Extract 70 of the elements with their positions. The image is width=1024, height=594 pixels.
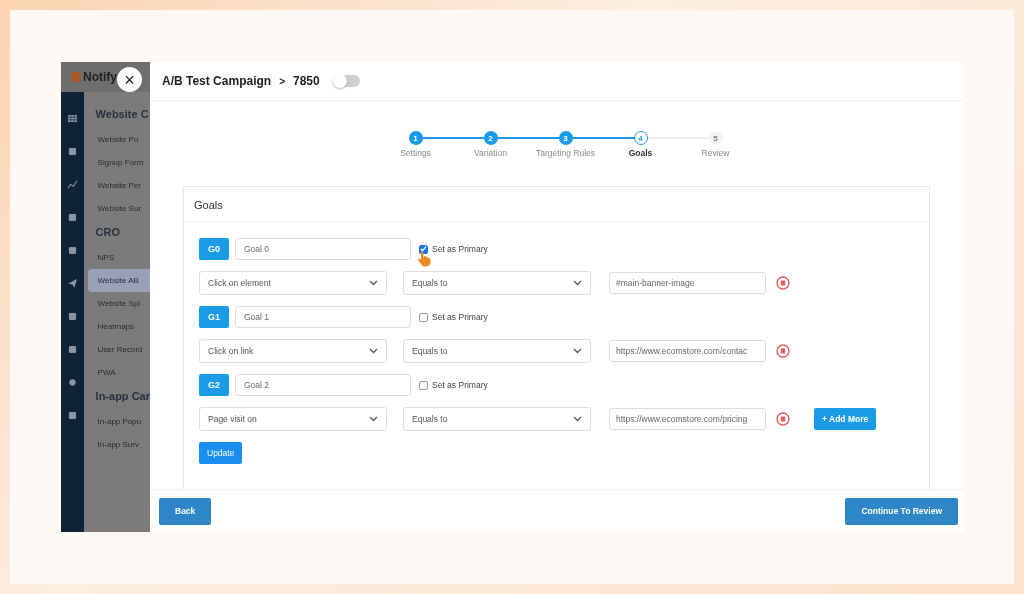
campaign-title: A/B Test Campaign	[162, 74, 272, 88]
menu-item[interactable]: In-app Surv	[83, 433, 150, 456]
checkbox-label[interactable]: Set as Primary	[432, 244, 488, 254]
value-field[interactable]: https://www.ecomstore.com/contac	[609, 340, 766, 362]
chevron-down-icon	[369, 416, 378, 422]
goal-name-field[interactable]: Goal 2	[235, 374, 411, 396]
checkbox-label[interactable]: Set as Primary	[432, 380, 488, 390]
step-label[interactable]: Review	[701, 148, 730, 158]
goal-name-field[interactable]: Goal 1	[235, 306, 411, 328]
menu-item[interactable]: Heatmaps	[83, 315, 150, 338]
delete-icon[interactable]	[776, 412, 790, 426]
breadcrumb-separator: >	[279, 75, 285, 87]
menu-item[interactable]: Website AB	[87, 269, 150, 292]
hand-cursor-icon	[417, 251, 431, 267]
continue-button[interactable]: Continue To Review	[845, 497, 958, 525]
step-label[interactable]: Targeting Rules	[535, 148, 596, 158]
campaign-id: 7850	[292, 74, 320, 88]
update-button[interactable]: Update	[199, 442, 243, 464]
delete-icon[interactable]	[776, 344, 790, 358]
step-number[interactable]: 2	[483, 131, 498, 145]
menu-item[interactable]: PWA	[83, 361, 150, 384]
trigger-dropdown[interactable]: Click on element	[199, 271, 387, 295]
goal-badge: G1	[199, 306, 229, 328]
add-more-button[interactable]: + Add More	[814, 408, 877, 430]
trigger-dropdown[interactable]: Click on link	[199, 339, 387, 363]
step-number[interactable]: 1	[408, 131, 423, 145]
value-field[interactable]: #main-banner-image	[609, 272, 766, 294]
menu-item[interactable]: Signup Form	[83, 151, 150, 174]
value-field[interactable]: https://www.ecomstore.com/pricing	[609, 408, 766, 430]
menu-item[interactable]: Website Po	[83, 128, 150, 151]
toggle-switch[interactable]	[333, 75, 360, 87]
menu-item[interactable]: Website Sur	[83, 197, 150, 220]
step-label[interactable]: Settings	[400, 148, 431, 158]
step-number[interactable]: 5	[708, 131, 723, 145]
goal-name-field[interactable]: Goal 0	[235, 238, 411, 260]
menu-item[interactable]: Website Spl	[83, 292, 150, 315]
back-button[interactable]: Back	[159, 497, 212, 525]
checkbox[interactable]	[419, 244, 428, 254]
grid-icon[interactable]	[67, 114, 77, 123]
send-icon[interactable]	[67, 279, 77, 288]
trigger-dropdown[interactable]: Page visit on	[199, 407, 387, 431]
delete-icon[interactable]	[776, 276, 790, 290]
checkbox[interactable]	[419, 380, 428, 390]
goal-badge: G0	[199, 238, 229, 260]
chevron-down-icon	[369, 348, 378, 354]
logo-icon	[71, 72, 81, 82]
chart-icon[interactable]	[67, 180, 77, 189]
menu-heading: In-app Car	[94, 389, 150, 404]
menu-item[interactable]: User Record	[83, 338, 150, 361]
step-label[interactable]: Variation	[474, 148, 507, 158]
card-title: Goals	[184, 187, 929, 222]
step-number[interactable]: 3	[558, 131, 573, 145]
chevron-down-icon	[573, 348, 582, 354]
step-number[interactable]: 4	[633, 131, 648, 145]
menu-heading: CRO	[94, 225, 122, 240]
operator-dropdown[interactable]: Equals to	[403, 407, 591, 431]
menu-item[interactable]: Website Per	[83, 174, 150, 197]
checkbox-label[interactable]: Set as Primary	[432, 312, 488, 322]
chevron-down-icon	[573, 280, 582, 286]
menu-item[interactable]: In-app Popu	[83, 410, 150, 433]
chevron-down-icon	[573, 416, 582, 422]
menu-heading: Website C	[94, 107, 150, 122]
step-label[interactable]: Goals	[628, 148, 653, 158]
chevron-down-icon	[369, 280, 378, 286]
goal-badge: G2	[199, 374, 229, 396]
menu-item[interactable]: NPS	[83, 246, 150, 269]
checkbox[interactable]	[419, 312, 428, 322]
logo-text: Notify	[83, 70, 117, 84]
operator-dropdown[interactable]: Equals to	[403, 339, 591, 363]
operator-dropdown[interactable]: Equals to	[403, 271, 591, 295]
